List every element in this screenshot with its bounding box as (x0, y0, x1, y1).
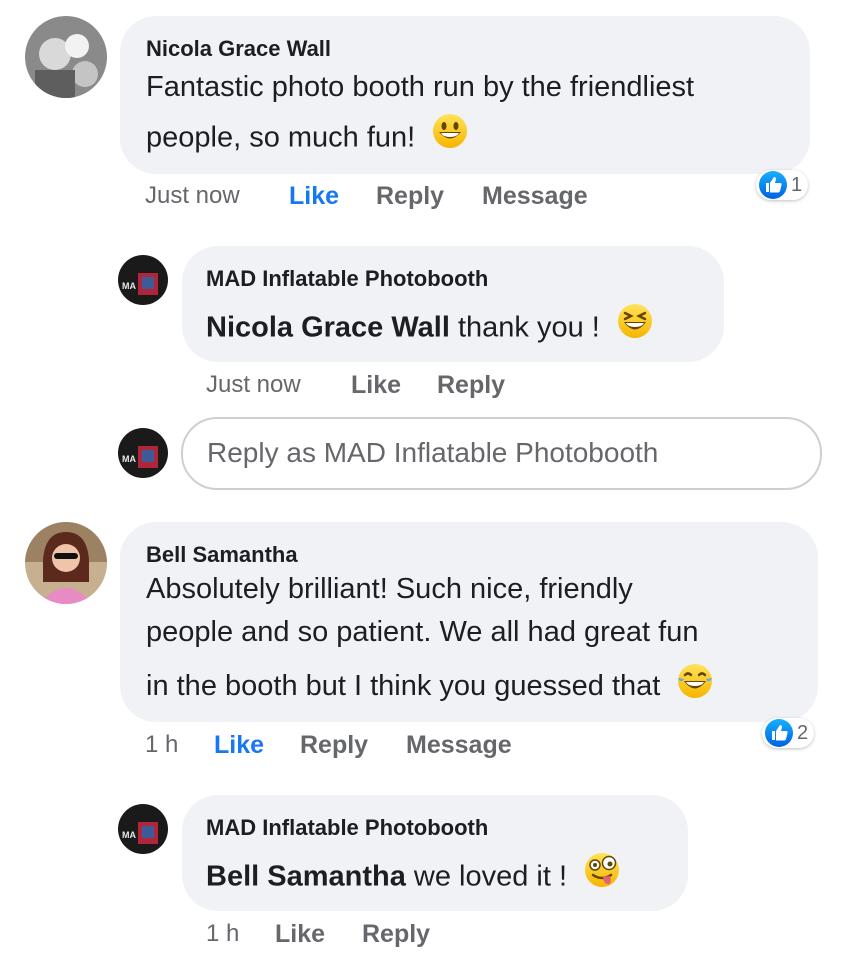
avatar-photo-icon (25, 16, 107, 98)
grinning-face-emoji (431, 112, 469, 166)
comment-text-line: Absolutely brilliant! Such nice, friendl… (146, 573, 633, 605)
reaction-count: 2 (797, 721, 809, 744)
mention-link[interactable]: Bell Samantha (206, 861, 406, 893)
reply-text: Bell Samantha we loved it ! (206, 851, 621, 905)
reply-button[interactable]: Reply (437, 371, 505, 400)
reaction-count-badge[interactable]: 1 (756, 170, 809, 200)
avatar-mad-photobooth[interactable]: MA (118, 428, 168, 478)
mention-link[interactable]: Nicola Grace Wall (206, 312, 450, 344)
thumbs-up-icon (765, 719, 793, 747)
comment-text-line: in the booth but I think you guessed tha… (146, 670, 661, 703)
like-button[interactable]: Like (351, 371, 401, 400)
comment-author[interactable]: Nicola Grace Wall (146, 36, 331, 62)
reply-input-placeholder: Reply as MAD Inflatable Photobooth (207, 437, 659, 468)
comment-bubble: Nicola Grace Wall Fantastic photo booth … (120, 16, 810, 174)
like-button[interactable]: Like (214, 731, 264, 760)
comment-text: Fantastic photo booth run by the friendl… (146, 62, 694, 166)
reply-button[interactable]: Reply (300, 731, 368, 760)
page-avatar-icon: MA (118, 255, 168, 305)
comment-text-line: Fantastic photo booth run by the friendl… (146, 71, 695, 103)
comment-text: Absolutely brilliant! Such nice, friendl… (146, 568, 714, 713)
reaction-count: 1 (791, 173, 803, 196)
reply-input[interactable]: Reply as MAD Inflatable Photobooth (181, 417, 822, 490)
avatar-mad-photobooth[interactable]: MA (118, 255, 168, 305)
svg-text:MA: MA (122, 281, 136, 291)
reply-text: Nicola Grace Wall thank you ! (206, 302, 654, 356)
reply-author[interactable]: MAD Inflatable Photobooth (206, 266, 488, 292)
tears-of-joy-emoji (676, 662, 714, 713)
comment-author[interactable]: Bell Samantha (146, 542, 298, 568)
message-button[interactable]: Message (482, 182, 588, 211)
reply-text-body: thank you ! (449, 311, 600, 344)
reply-author[interactable]: MAD Inflatable Photobooth (206, 815, 488, 841)
reply-button[interactable]: Reply (362, 920, 430, 949)
svg-text:MA: MA (122, 454, 136, 464)
page-avatar-icon: MA (118, 428, 168, 478)
svg-text:MA: MA (122, 830, 136, 840)
avatar-mad-photobooth[interactable]: MA (118, 804, 168, 854)
comment-timestamp: 1 h (145, 731, 179, 758)
reply-timestamp: 1 h (206, 920, 240, 947)
reply-timestamp: Just now (206, 371, 301, 398)
reply-text-body: we loved it ! (405, 860, 568, 893)
comment-bubble: Bell Samantha Absolutely brilliant! Such… (120, 522, 818, 722)
reaction-count-badge[interactable]: 2 (762, 718, 815, 748)
like-button[interactable]: Like (289, 182, 339, 211)
avatar-photo-icon (25, 522, 107, 604)
avatar-nicola[interactable] (25, 16, 107, 98)
comment-timestamp: Just now (145, 182, 240, 209)
thumbs-up-icon (759, 171, 787, 199)
reply-button[interactable]: Reply (376, 182, 444, 211)
reply-bubble: MAD Inflatable Photobooth Bell Samantha … (182, 795, 688, 911)
laughing-squinting-emoji (616, 302, 654, 356)
reply-bubble: MAD Inflatable Photobooth Nicola Grace W… (182, 246, 724, 362)
comment-text-line: people and so patient. We all had great … (146, 616, 699, 648)
avatar-bell[interactable] (25, 522, 107, 604)
zany-face-emoji (583, 851, 621, 905)
like-button[interactable]: Like (275, 920, 325, 949)
comment-text-line: people, so much fun! (146, 121, 416, 154)
page-avatar-icon: MA (118, 804, 168, 854)
message-button[interactable]: Message (406, 731, 512, 760)
